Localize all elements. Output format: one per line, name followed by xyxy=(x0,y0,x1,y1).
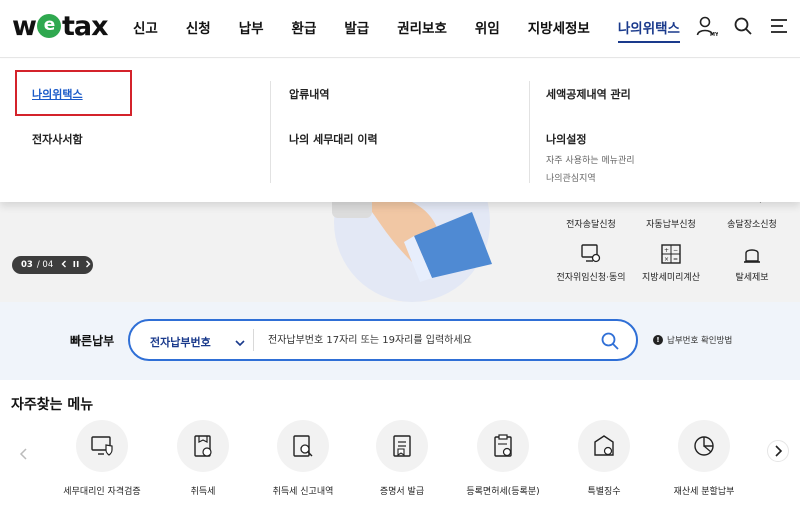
quick-pay-box: 전자납부번호 xyxy=(128,319,638,361)
next-button[interactable] xyxy=(767,440,789,466)
mega-col-3: 세액공제내역 관리 나의설정 자주 사용하는 메뉴관리 나의관심지역 xyxy=(546,59,766,199)
mega-col-2: 압류내역 나의 세무대리 이력 xyxy=(289,59,509,199)
search-icon[interactable] xyxy=(732,15,754,37)
nav-issue[interactable]: 발급 xyxy=(344,17,369,43)
search-icon[interactable] xyxy=(600,331,620,355)
siren-icon xyxy=(741,243,763,265)
nav-apply[interactable]: 신청 xyxy=(186,17,211,43)
fav-property-installment[interactable]: 재산세 분할납부 xyxy=(654,420,754,497)
nav-my-wetax[interactable]: 나의위택스 xyxy=(617,17,680,43)
banner-pager: 03 / 04 xyxy=(12,256,93,274)
menu-icon[interactable] xyxy=(768,15,790,37)
svg-text:−: − xyxy=(673,247,678,254)
monitor-shield-icon xyxy=(76,420,128,472)
fav-registration-tax[interactable]: 등록면허세(등록분) xyxy=(453,420,553,497)
payment-number-help[interactable]: ! 납부번호 확인방법 xyxy=(653,334,732,346)
menu-agent-history[interactable]: 나의 세무대리 이력 xyxy=(289,131,378,147)
menu-region-of-interest[interactable]: 나의관심지역 xyxy=(546,171,596,184)
doc-search-icon xyxy=(277,420,329,472)
clipboard-icon xyxy=(477,420,529,472)
fav-certificate-label: 증명서 발급 xyxy=(379,487,425,497)
mailbox-icon xyxy=(578,420,630,472)
header-icons: MY xyxy=(696,15,790,37)
nav-local-tax-info[interactable]: 지방세정보 xyxy=(528,17,590,43)
tax-doc-icon xyxy=(177,420,229,472)
nav-rights[interactable]: 권리보호 xyxy=(397,17,447,43)
payment-number-help-label: 납부번호 확인방법 xyxy=(667,336,733,346)
pager-next-icon[interactable] xyxy=(84,260,92,271)
fav-acquisition-tax[interactable]: 취득세 xyxy=(153,420,253,497)
nav-delegate[interactable]: 위임 xyxy=(475,17,500,43)
menu-my-settings[interactable]: 나의설정 xyxy=(546,131,586,147)
quick-tax-report[interactable]: 탈세제보 xyxy=(702,243,800,283)
menu-favorite-menu-manage[interactable]: 자주 사용하는 메뉴관리 xyxy=(546,153,635,166)
hero-illustration xyxy=(332,202,492,302)
main-nav: 신고 신청 납부 환급 발급 권리보호 위임 지방세정보 나의위택스 xyxy=(133,17,680,43)
pager-pause-icon[interactable] xyxy=(72,260,80,271)
nav-refund[interactable]: 환급 xyxy=(292,17,317,43)
user-my-icon[interactable]: MY xyxy=(696,15,718,37)
logo-text-tax: tax xyxy=(61,10,109,42)
fav-acquisition-history-label: 취득세 신고내역 xyxy=(272,487,334,497)
favorites-title: 자주찾는 메뉴 xyxy=(11,397,94,413)
pager-current: 03 xyxy=(21,260,33,270)
fav-acquisition-history[interactable]: 취득세 신고내역 xyxy=(253,420,353,497)
delegate-icon xyxy=(580,243,602,265)
menu-seizure-history[interactable]: 압류내역 xyxy=(289,86,329,102)
fav-registration-tax-label: 등록면허세(등록분) xyxy=(466,487,540,497)
chevron-down-icon[interactable] xyxy=(234,334,246,353)
wetax-logo[interactable]: w e tax xyxy=(12,10,108,42)
quick-pay-title: 빠른납부 xyxy=(70,334,115,348)
svg-text:=: = xyxy=(673,256,678,263)
fav-special-collection[interactable]: 특별징수 xyxy=(554,420,654,497)
menu-divider xyxy=(529,81,530,183)
fav-acquisition-tax-label: 취득세 xyxy=(190,487,216,497)
highlight-box xyxy=(15,70,132,116)
pie-chart-icon xyxy=(678,420,730,472)
nav-report[interactable]: 신고 xyxy=(133,17,158,43)
fav-agent-verify-label: 세무대리인 자격검증 xyxy=(63,487,141,497)
nav-pay[interactable]: 납부 xyxy=(239,17,264,43)
header: w e tax 신고 신청 납부 환급 발급 권리보호 위임 지방세정보 나의위택스… xyxy=(0,0,800,58)
calculator-icon: + − × = xyxy=(660,243,682,265)
fav-certificate[interactable]: 증명서 발급 xyxy=(352,420,452,497)
logo-e-circle: e xyxy=(36,14,61,38)
payment-number-input[interactable] xyxy=(268,330,588,350)
svg-text:×: × xyxy=(664,256,669,263)
payment-type-select[interactable]: 전자납부번호 xyxy=(150,334,211,350)
mega-menu: 나의위택스 전자사서함 압류내역 나의 세무대리 이력 세액공제내역 관리 나의… xyxy=(0,59,800,202)
pager-total: / 04 xyxy=(36,260,54,270)
menu-divider xyxy=(270,81,271,183)
fav-agent-verify[interactable]: 세무대리인 자격검증 xyxy=(52,420,152,497)
menu-e-mailbox[interactable]: 전자사서함 xyxy=(32,131,83,147)
certificate-icon xyxy=(376,420,428,472)
logo-text-w: w xyxy=(12,10,37,42)
chevron-left-icon[interactable] xyxy=(18,446,30,465)
select-divider xyxy=(253,329,254,351)
svg-text:+: + xyxy=(664,247,669,254)
pager-prev-icon[interactable] xyxy=(60,260,68,271)
quick-tax-report-label: 탈세제보 xyxy=(735,273,769,283)
quick-delivery-place-label: 송달장소신청 xyxy=(727,220,777,230)
menu-tax-credit[interactable]: 세액공제내역 관리 xyxy=(546,86,631,102)
info-icon: ! xyxy=(653,335,663,345)
fav-special-collection-label: 특별징수 xyxy=(587,487,621,497)
fav-property-installment-label: 재산세 분할납부 xyxy=(673,487,735,497)
svg-text:MY: MY xyxy=(710,32,718,37)
